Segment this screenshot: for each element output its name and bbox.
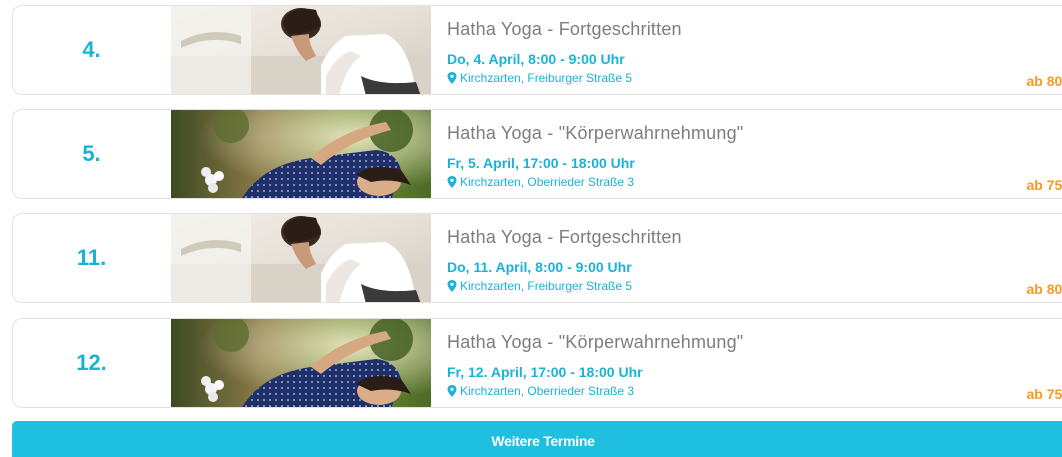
event-price: ab 80 € (1026, 73, 1062, 89)
event-datetime: Do, 11. April, 8:00 - 9:00 Uhr (447, 259, 632, 275)
event-info: Hatha Yoga - Fortgeschritten Do, 4. Apri… (447, 6, 1062, 94)
event-title: Hatha Yoga - Fortgeschritten (447, 19, 682, 39)
event-title: Hatha Yoga - "Körperwahrnehmung" (447, 123, 744, 143)
event-card[interactable]: 11. Hatha Yoga - Fortgeschritten Do, 11.… (12, 213, 1062, 303)
event-title: Hatha Yoga - "Körperwahrnehmung" (447, 332, 744, 352)
event-list: 4. Hatha Yoga - Fortgeschritten Do, 4. A… (0, 0, 1062, 457)
event-day: 12. (76, 350, 107, 375)
event-location-label: Kirchzarten, Oberrieder Straße 3 (460, 384, 635, 398)
event-location: Kirchzarten, Oberrieder Straße 3 (447, 384, 634, 398)
event-location: Kirchzarten, Oberrieder Straße 3 (447, 175, 634, 189)
event-location-label: Kirchzarten, Oberrieder Straße 3 (460, 175, 635, 189)
map-pin-icon (447, 176, 457, 188)
event-info: Hatha Yoga - Fortgeschritten Do, 11. Apr… (447, 214, 1062, 302)
event-datetime: Do, 4. April, 8:00 - 9:00 Uhr (447, 51, 625, 67)
event-day: 5. (82, 141, 101, 166)
map-pin-icon (447, 385, 457, 397)
yoga-garden-stretch-image (171, 110, 431, 198)
event-day: 4. (82, 37, 101, 62)
event-card[interactable]: 12. Hatha Yoga - "Körperwahrnehmung" Fr,… (12, 318, 1062, 408)
event-info: Hatha Yoga - "Körperwahrnehmung" Fr, 12.… (447, 319, 1062, 407)
event-title: Hatha Yoga - Fortgeschritten (447, 227, 682, 247)
event-day: 11. (76, 245, 107, 270)
yoga-bright-studio-image (171, 214, 431, 302)
yoga-garden-stretch-image (171, 319, 431, 407)
map-pin-icon (447, 280, 457, 292)
event-price: ab 75 € (1026, 386, 1062, 402)
event-datetime: Fr, 12. April, 17:00 - 18:00 Uhr (447, 364, 643, 380)
more-dates-button[interactable]: Weitere Termine (12, 421, 1062, 457)
event-price: ab 75 € (1026, 177, 1062, 193)
event-location-label: Kirchzarten, Freiburger Straße 5 (460, 71, 633, 85)
event-price: ab 80 € (1026, 281, 1062, 297)
event-datetime: Fr, 5. April, 17:00 - 18:00 Uhr (447, 155, 635, 171)
event-card[interactable]: 5. Hatha Yoga - "Körperwahrnehmung" Fr, … (12, 109, 1062, 199)
event-location: Kirchzarten, Freiburger Straße 5 (447, 71, 632, 85)
yoga-bright-studio-image (171, 6, 431, 94)
event-info: Hatha Yoga - "Körperwahrnehmung" Fr, 5. … (447, 110, 1062, 198)
event-card[interactable]: 4. Hatha Yoga - Fortgeschritten Do, 4. A… (12, 5, 1062, 95)
map-pin-icon (447, 72, 457, 84)
event-location: Kirchzarten, Freiburger Straße 5 (447, 279, 632, 293)
event-location-label: Kirchzarten, Freiburger Straße 5 (460, 279, 633, 293)
